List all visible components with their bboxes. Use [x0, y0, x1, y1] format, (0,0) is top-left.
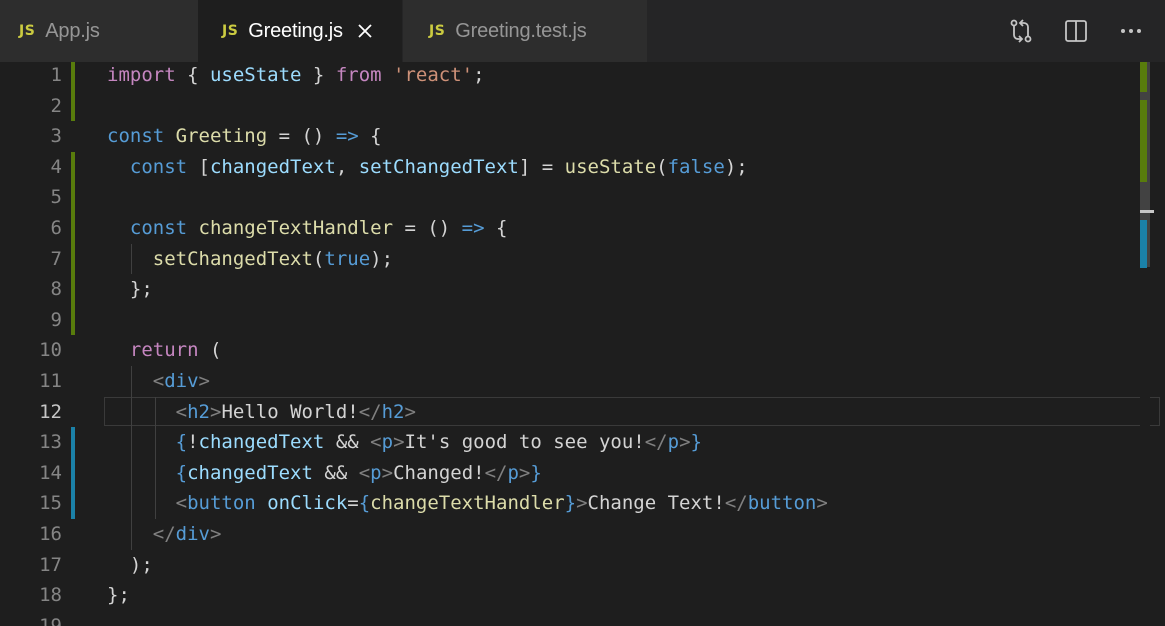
code-text[interactable]: );	[107, 550, 153, 581]
overview-ruler-added	[1140, 62, 1147, 92]
code-line[interactable]: 18};	[0, 580, 1140, 611]
tab-greeting-test-js[interactable]: JS Greeting.test.js	[403, 0, 647, 62]
code-line[interactable]: 10 return (	[0, 335, 1140, 366]
code-line[interactable]: 8 };	[0, 274, 1140, 305]
overview-ruler-added	[1140, 100, 1147, 182]
split-editor-icon[interactable]	[1062, 17, 1090, 45]
line-number: 8	[50, 278, 62, 301]
line-number: 12	[39, 400, 62, 423]
line-number: 2	[50, 94, 62, 117]
line-number: 3	[50, 125, 62, 148]
gutter-modified-marker[interactable]	[71, 427, 75, 458]
gutter-added-marker[interactable]	[71, 304, 75, 336]
gutter-modified-marker[interactable]	[71, 488, 75, 519]
javascript-file-icon: JS	[429, 23, 446, 39]
line-number: 17	[39, 553, 62, 576]
code-line[interactable]: 19	[0, 611, 1140, 626]
gutter-added-marker[interactable]	[71, 243, 75, 275]
code-line[interactable]: 17 );	[0, 550, 1140, 581]
gutter-added-marker[interactable]	[71, 274, 75, 305]
code-text[interactable]: const changeTextHandler = () => {	[107, 213, 508, 244]
line-number: 14	[39, 461, 62, 484]
code-line[interactable]: 6 const changeTextHandler = () => {	[0, 213, 1140, 244]
line-number: 15	[39, 492, 62, 515]
code-text[interactable]: <div>	[107, 366, 210, 397]
more-actions-icon[interactable]	[1117, 17, 1145, 45]
editor-actions	[1007, 0, 1165, 62]
code-line[interactable]: 7 setChangedText(true);	[0, 243, 1140, 275]
tab-app-js[interactable]: JS App.js	[0, 0, 198, 62]
code-line[interactable]: 11 <div>	[0, 366, 1140, 397]
javascript-file-icon: JS	[19, 23, 36, 39]
line-number: 13	[39, 431, 62, 454]
gutter-added-marker[interactable]	[71, 213, 75, 244]
code-text[interactable]: setChangedText(true);	[107, 244, 393, 275]
code-text[interactable]: </div>	[107, 519, 222, 550]
line-number: 1	[50, 64, 62, 86]
code-line[interactable]: 3 const Greeting = () => {	[0, 121, 1140, 152]
line-number: 5	[50, 186, 62, 209]
tab-greeting-js[interactable]: JS Greeting.js	[198, 0, 402, 62]
code-editor[interactable]: 1 import { useState } from 'react'; 2 3 cons…	[0, 62, 1165, 626]
code-text[interactable]: return (	[107, 335, 222, 366]
close-icon[interactable]	[355, 21, 375, 41]
line-number: 9	[50, 308, 62, 331]
line-number: 10	[39, 339, 62, 362]
line-number: 7	[50, 247, 62, 270]
editor-tab-bar: JS App.js JS Greeting.js JS Greeting.tes…	[0, 0, 1165, 62]
code-line[interactable]: 14 {changedText && <p>Changed!</p>}	[0, 457, 1140, 489]
tab-label: Greeting.js	[248, 19, 343, 42]
code-line[interactable]: 12 <h2>Hello World!</h2>	[0, 396, 1160, 428]
code-line[interactable]: 4 const [changedText, setChangedText] = …	[0, 151, 1140, 183]
code-text[interactable]: import { useState } from 'react';	[107, 62, 485, 91]
code-line[interactable]: 15 <button onClick={changeTextHandler}>C…	[0, 488, 1140, 519]
code-text[interactable]: const Greeting = () => {	[107, 121, 382, 152]
code-line[interactable]: 2	[0, 90, 1140, 122]
tab-label: App.js	[45, 19, 100, 42]
gutter-added-marker[interactable]	[71, 90, 75, 122]
code-text[interactable]: };	[107, 580, 130, 611]
code-text[interactable]: {!changedText && <p>It's good to see you…	[107, 427, 702, 458]
code-text[interactable]: {changedText && <p>Changed!</p>}	[107, 458, 542, 489]
code-text[interactable]: };	[107, 274, 153, 305]
line-number: 6	[50, 217, 62, 239]
gutter-added-marker[interactable]	[71, 182, 75, 213]
code-text[interactable]: <button onClick={changeTextHandler}>Chan…	[107, 488, 828, 519]
code-line[interactable]: 16 </div>	[0, 519, 1140, 550]
javascript-file-icon: JS	[222, 23, 239, 39]
line-number: 19	[39, 614, 62, 626]
gutter-added-marker[interactable]	[71, 151, 75, 183]
code-text[interactable]: const [changedText, setChangedText] = us…	[107, 152, 748, 183]
tab-label: Greeting.test.js	[455, 19, 587, 42]
overview-ruler-modified	[1140, 220, 1147, 268]
code-line[interactable]: 9	[0, 304, 1140, 336]
gutter-added-marker[interactable]	[71, 62, 75, 91]
cursor-position-marker	[1140, 210, 1154, 213]
code-line[interactable]: 5	[0, 182, 1140, 213]
compare-changes-icon[interactable]	[1007, 17, 1035, 45]
code-text[interactable]: <h2>Hello World!</h2>	[107, 397, 416, 428]
gutter-modified-marker[interactable]	[71, 457, 75, 489]
line-number: 4	[50, 155, 62, 178]
line-number: 16	[39, 523, 62, 545]
code-line[interactable]: 1 import { useState } from 'react';	[0, 62, 1140, 91]
line-number: 18	[39, 584, 62, 607]
line-number: 11	[39, 370, 62, 392]
code-line[interactable]: 13 {!changedText && <p>It's good to see …	[0, 427, 1140, 458]
vertical-scrollbar[interactable]	[1140, 62, 1154, 626]
